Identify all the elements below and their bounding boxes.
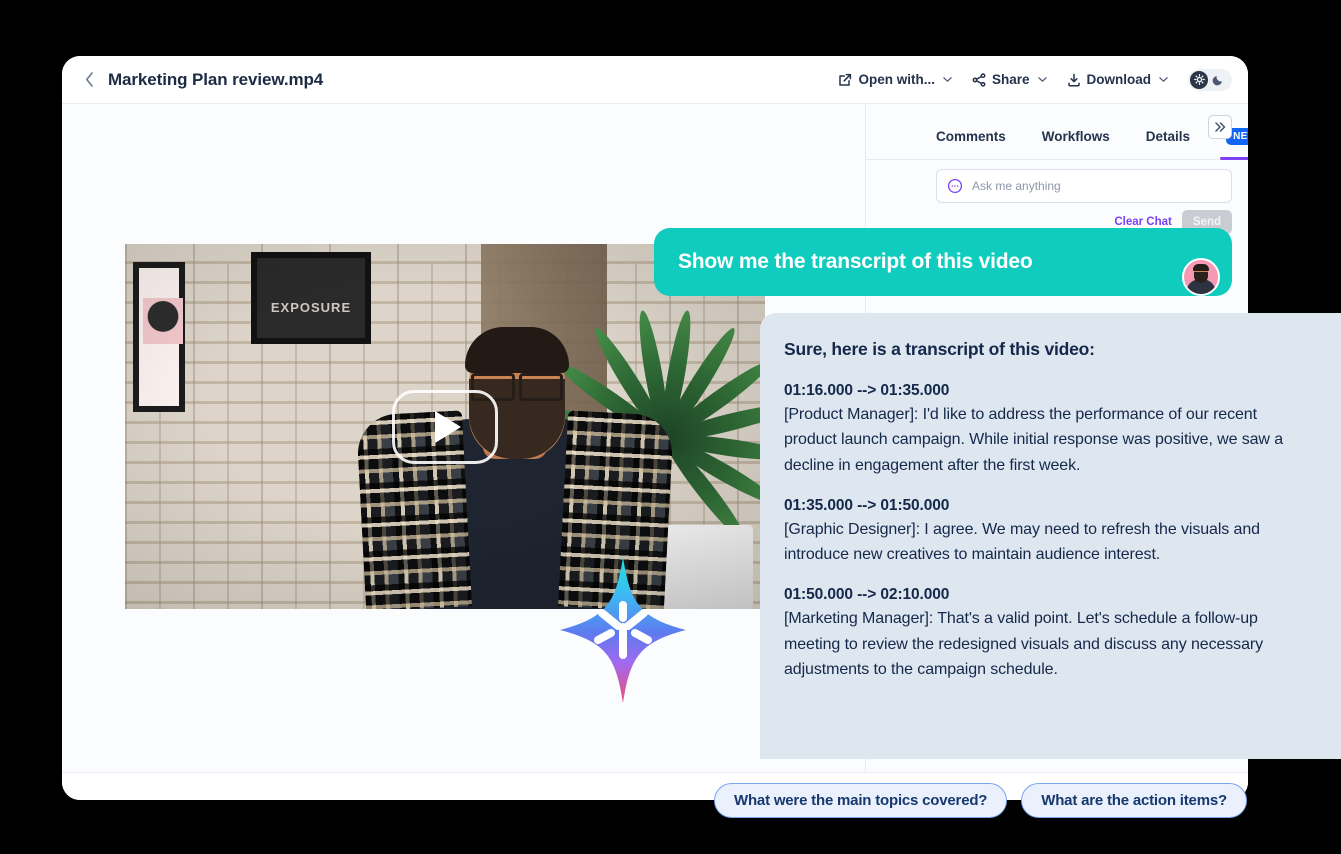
- moon-icon[interactable]: [1210, 72, 1226, 88]
- user-message-text: Show me the transcript of this video: [678, 250, 1033, 273]
- user-message-bubble: Show me the transcript of this video: [654, 228, 1232, 296]
- ai-response-panel: Sure, here is a transcript of this video…: [760, 313, 1341, 759]
- transcript-text: [Product Manager]: I'd like to address t…: [784, 406, 1284, 474]
- transcript-segment: 01:50.000 --> 02:10.000 [Marketing Manag…: [784, 586, 1313, 682]
- tab-comments[interactable]: Comments: [936, 114, 1006, 160]
- header-actions: Open with... Share Download: [838, 68, 1232, 91]
- chevron-down-icon[interactable]: [1037, 75, 1047, 84]
- chevron-down-icon[interactable]: [943, 75, 952, 84]
- ai-sparkle-star-icon: [558, 555, 688, 705]
- play-button[interactable]: [392, 389, 498, 464]
- transcript-timestamp: 01:50.000 --> 02:10.000: [784, 586, 950, 604]
- external-link-icon: [838, 73, 852, 87]
- transcript-timestamp: 01:16.000 --> 01:35.000: [784, 382, 950, 399]
- transcript-text: [Marketing Manager]: That's a valid poin…: [784, 610, 1263, 678]
- search-input[interactable]: Ask me anything: [936, 169, 1232, 203]
- sun-icon[interactable]: [1190, 70, 1208, 89]
- transcript-segment: 01:35.000 --> 01:50.000 [Graphic Designe…: [784, 497, 1313, 568]
- suggestion-chips: What were the main topics covered? What …: [714, 783, 1247, 818]
- tab-details[interactable]: Details: [1146, 114, 1190, 160]
- download-button[interactable]: Download: [1067, 72, 1169, 87]
- tab-details-label: Details: [1145, 129, 1191, 144]
- share-button[interactable]: Share: [972, 72, 1047, 87]
- share-icon: [972, 72, 986, 87]
- open-with-label: Open with...: [858, 72, 935, 87]
- avatar: [1182, 258, 1220, 296]
- panel-tabs: Comments Workflows Details ✦ ✦ ✦ NEW: [866, 114, 1248, 160]
- theme-toggle[interactable]: [1188, 68, 1232, 91]
- play-triangle-icon: [435, 410, 461, 443]
- chat-bubble-icon: [947, 178, 963, 194]
- active-tab-underline: [1220, 156, 1248, 160]
- suggestion-chip-action-items[interactable]: What are the action items?: [1021, 783, 1247, 818]
- tab-comments-label: Comments: [936, 129, 1006, 144]
- download-icon: [1067, 73, 1081, 87]
- open-with-button[interactable]: Open with...: [838, 72, 952, 87]
- download-label: Download: [1086, 72, 1152, 87]
- transcript-timestamp: 01:35.000 --> 01:50.000: [784, 496, 950, 514]
- page-title: Marketing Plan review.mp4: [108, 69, 324, 89]
- chevrons-right-icon[interactable]: [1208, 115, 1232, 139]
- tab-workflows[interactable]: Workflows: [1042, 114, 1110, 160]
- screenshot-root: Marketing Plan review.mp4 Open with... S…: [0, 0, 1341, 854]
- new-badge-label: NEW: [1233, 131, 1248, 142]
- clear-chat-button[interactable]: Clear Chat: [1114, 216, 1172, 228]
- preview-pane: [62, 104, 865, 772]
- response-title: Sure, here is a transcript of this video…: [784, 339, 1095, 359]
- window-header: Marketing Plan review.mp4 Open with... S…: [62, 56, 1248, 104]
- suggestion-chip-main-topics[interactable]: What were the main topics covered?: [714, 783, 1008, 818]
- search-input-placeholder: Ask me anything: [972, 179, 1061, 193]
- tab-workflows-label: Workflows: [1041, 129, 1110, 144]
- share-label: Share: [991, 72, 1030, 87]
- chevron-down-icon[interactable]: [1159, 75, 1168, 84]
- back-chevron-icon[interactable]: [80, 71, 98, 89]
- transcript-text: [Graphic Designer]: I agree. We may need…: [784, 520, 1260, 564]
- transcript-segment: 01:16.000 --> 01:35.000 [Product Manager…: [784, 382, 1313, 478]
